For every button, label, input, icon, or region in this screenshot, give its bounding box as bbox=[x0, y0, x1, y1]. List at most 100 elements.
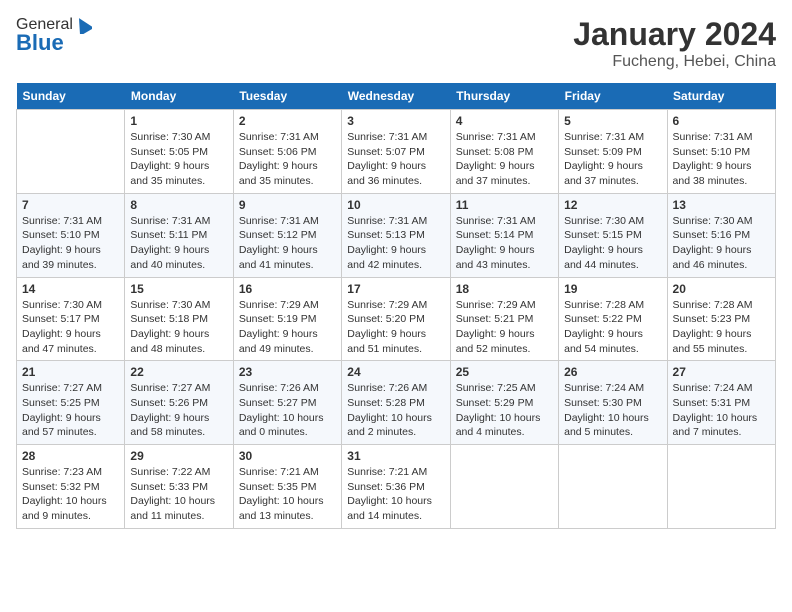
logo-blue-text: Blue bbox=[16, 30, 64, 56]
calendar-cell: 17 Sunrise: 7:29 AMSunset: 5:20 PMDayligh… bbox=[342, 277, 450, 361]
day-number: 7 bbox=[22, 198, 119, 212]
header-day-sunday: Sunday bbox=[17, 83, 125, 110]
day-info: Sunrise: 7:24 AMSunset: 5:31 PMDaylight:… bbox=[673, 381, 770, 440]
week-row-4: 28 Sunrise: 7:23 AMSunset: 5:32 PMDayligh… bbox=[17, 445, 776, 529]
day-info: Sunrise: 7:29 AMSunset: 5:20 PMDaylight:… bbox=[347, 298, 444, 357]
calendar-cell: 10 Sunrise: 7:31 AMSunset: 5:13 PMDayligh… bbox=[342, 193, 450, 277]
logo: General Blue bbox=[16, 16, 92, 56]
calendar-table: SundayMondayTuesdayWednesdayThursdayFrid… bbox=[16, 83, 776, 529]
calendar-cell: 21 Sunrise: 7:27 AMSunset: 5:25 PMDayligh… bbox=[17, 361, 125, 445]
calendar-cell: 13 Sunrise: 7:30 AMSunset: 5:16 PMDayligh… bbox=[667, 193, 775, 277]
day-info: Sunrise: 7:31 AMSunset: 5:13 PMDaylight:… bbox=[347, 214, 444, 273]
week-row-1: 7Sunrise: 7:31 AMSunset: 5:10 PMDaylight… bbox=[17, 193, 776, 277]
day-number: 19 bbox=[564, 282, 661, 296]
day-number: 8 bbox=[130, 198, 227, 212]
calendar-cell: 9 Sunrise: 7:31 AMSunset: 5:12 PMDaylight… bbox=[233, 193, 341, 277]
header-day-thursday: Thursday bbox=[450, 83, 558, 110]
month-year-title: January 2024 bbox=[573, 16, 776, 53]
header-day-friday: Friday bbox=[559, 83, 667, 110]
calendar-cell: 6Sunrise: 7:31 AMSunset: 5:10 PMDaylight… bbox=[667, 110, 775, 194]
day-number: 6 bbox=[673, 114, 770, 128]
day-info: Sunrise: 7:25 AMSunset: 5:29 PMDaylight:… bbox=[456, 381, 553, 440]
calendar-cell: 8 Sunrise: 7:31 AMSunset: 5:11 PMDaylight… bbox=[125, 193, 233, 277]
day-info: Sunrise: 7:31 AMSunset: 5:06 PMDaylight:… bbox=[239, 130, 336, 189]
day-number: 13 bbox=[673, 198, 770, 212]
calendar-cell bbox=[450, 445, 558, 529]
day-info: Sunrise: 7:23 AMSunset: 5:32 PMDaylight:… bbox=[22, 465, 119, 524]
day-info: Sunrise: 7:26 AMSunset: 5:28 PMDaylight:… bbox=[347, 381, 444, 440]
day-number: 20 bbox=[673, 282, 770, 296]
calendar-cell: 29Sunrise: 7:22 AMSunset: 5:33 PMDayligh… bbox=[125, 445, 233, 529]
calendar-cell: 14 Sunrise: 7:30 AMSunset: 5:17 PMDayligh… bbox=[17, 277, 125, 361]
day-info: Sunrise: 7:30 AMSunset: 5:16 PMDaylight:… bbox=[673, 214, 770, 273]
day-info: Sunrise: 7:27 AMSunset: 5:25 PMDaylight:… bbox=[22, 381, 119, 440]
day-number: 23 bbox=[239, 365, 336, 379]
day-number: 27 bbox=[673, 365, 770, 379]
day-number: 22 bbox=[130, 365, 227, 379]
day-number: 15 bbox=[130, 282, 227, 296]
day-info: Sunrise: 7:29 AMSunset: 5:19 PMDaylight:… bbox=[239, 298, 336, 357]
calendar-cell: 12Sunrise: 7:30 AMSunset: 5:15 PMDayligh… bbox=[559, 193, 667, 277]
day-number: 4 bbox=[456, 114, 553, 128]
day-info: Sunrise: 7:31 AMSunset: 5:12 PMDaylight:… bbox=[239, 214, 336, 273]
day-number: 17 bbox=[347, 282, 444, 296]
calendar-cell: 31Sunrise: 7:21 AMSunset: 5:36 PMDayligh… bbox=[342, 445, 450, 529]
day-number: 5 bbox=[564, 114, 661, 128]
calendar-cell: 22 Sunrise: 7:27 AMSunset: 5:26 PMDayligh… bbox=[125, 361, 233, 445]
day-info: Sunrise: 7:30 AMSunset: 5:17 PMDaylight:… bbox=[22, 298, 119, 357]
calendar-cell: 20Sunrise: 7:28 AMSunset: 5:23 PMDayligh… bbox=[667, 277, 775, 361]
day-number: 16 bbox=[239, 282, 336, 296]
day-info: Sunrise: 7:28 AMSunset: 5:22 PMDaylight:… bbox=[564, 298, 661, 357]
calendar-cell bbox=[559, 445, 667, 529]
calendar-cell bbox=[667, 445, 775, 529]
day-number: 21 bbox=[22, 365, 119, 379]
calendar-cell: 27 Sunrise: 7:24 AMSunset: 5:31 PMDayligh… bbox=[667, 361, 775, 445]
day-info: Sunrise: 7:31 AMSunset: 5:09 PMDaylight:… bbox=[564, 130, 661, 189]
calendar-cell: 2Sunrise: 7:31 AMSunset: 5:06 PMDaylight… bbox=[233, 110, 341, 194]
day-info: Sunrise: 7:30 AMSunset: 5:18 PMDaylight:… bbox=[130, 298, 227, 357]
week-row-3: 21 Sunrise: 7:27 AMSunset: 5:25 PMDayligh… bbox=[17, 361, 776, 445]
calendar-cell bbox=[17, 110, 125, 194]
day-number: 25 bbox=[456, 365, 553, 379]
calendar-cell: 24 Sunrise: 7:26 AMSunset: 5:28 PMDayligh… bbox=[342, 361, 450, 445]
day-number: 1 bbox=[130, 114, 227, 128]
day-info: Sunrise: 7:31 AMSunset: 5:08 PMDaylight:… bbox=[456, 130, 553, 189]
day-number: 28 bbox=[22, 449, 119, 463]
day-number: 14 bbox=[22, 282, 119, 296]
day-info: Sunrise: 7:21 AMSunset: 5:36 PMDaylight:… bbox=[347, 465, 444, 524]
day-info: Sunrise: 7:26 AMSunset: 5:27 PMDaylight:… bbox=[239, 381, 336, 440]
calendar-cell: 11Sunrise: 7:31 AMSunset: 5:14 PMDayligh… bbox=[450, 193, 558, 277]
day-info: Sunrise: 7:30 AMSunset: 5:05 PMDaylight:… bbox=[130, 130, 227, 189]
header-day-saturday: Saturday bbox=[667, 83, 775, 110]
calendar-cell: 26 Sunrise: 7:24 AMSunset: 5:30 PMDayligh… bbox=[559, 361, 667, 445]
calendar-cell: 4 Sunrise: 7:31 AMSunset: 5:08 PMDaylight… bbox=[450, 110, 558, 194]
day-info: Sunrise: 7:27 AMSunset: 5:26 PMDaylight:… bbox=[130, 381, 227, 440]
calendar-cell: 23 Sunrise: 7:26 AMSunset: 5:27 PMDayligh… bbox=[233, 361, 341, 445]
calendar-cell: 28 Sunrise: 7:23 AMSunset: 5:32 PMDayligh… bbox=[17, 445, 125, 529]
calendar-cell: 30Sunrise: 7:21 AMSunset: 5:35 PMDayligh… bbox=[233, 445, 341, 529]
calendar-body: 1 Sunrise: 7:30 AMSunset: 5:05 PMDaylight… bbox=[17, 110, 776, 529]
week-row-0: 1 Sunrise: 7:30 AMSunset: 5:05 PMDaylight… bbox=[17, 110, 776, 194]
header-day-monday: Monday bbox=[125, 83, 233, 110]
header-day-wednesday: Wednesday bbox=[342, 83, 450, 110]
day-info: Sunrise: 7:31 AMSunset: 5:07 PMDaylight:… bbox=[347, 130, 444, 189]
logo-arrow-icon bbox=[74, 16, 92, 34]
calendar-cell: 18Sunrise: 7:29 AMSunset: 5:21 PMDayligh… bbox=[450, 277, 558, 361]
header-day-tuesday: Tuesday bbox=[233, 83, 341, 110]
title-area: January 2024 Fucheng, Hebei, China bbox=[573, 16, 776, 71]
header: General Blue January 2024 Fucheng, Hebei… bbox=[16, 16, 776, 71]
day-number: 26 bbox=[564, 365, 661, 379]
day-info: Sunrise: 7:24 AMSunset: 5:30 PMDaylight:… bbox=[564, 381, 661, 440]
day-info: Sunrise: 7:30 AMSunset: 5:15 PMDaylight:… bbox=[564, 214, 661, 273]
day-number: 24 bbox=[347, 365, 444, 379]
day-number: 9 bbox=[239, 198, 336, 212]
day-info: Sunrise: 7:29 AMSunset: 5:21 PMDaylight:… bbox=[456, 298, 553, 357]
day-info: Sunrise: 7:31 AMSunset: 5:11 PMDaylight:… bbox=[130, 214, 227, 273]
week-row-2: 14 Sunrise: 7:30 AMSunset: 5:17 PMDayligh… bbox=[17, 277, 776, 361]
day-number: 10 bbox=[347, 198, 444, 212]
day-number: 30 bbox=[239, 449, 336, 463]
calendar-cell: 15 Sunrise: 7:30 AMSunset: 5:18 PMDayligh… bbox=[125, 277, 233, 361]
location-subtitle: Fucheng, Hebei, China bbox=[573, 53, 776, 71]
calendar-cell: 3Sunrise: 7:31 AMSunset: 5:07 PMDaylight… bbox=[342, 110, 450, 194]
calendar-cell: 19 Sunrise: 7:28 AMSunset: 5:22 PMDayligh… bbox=[559, 277, 667, 361]
